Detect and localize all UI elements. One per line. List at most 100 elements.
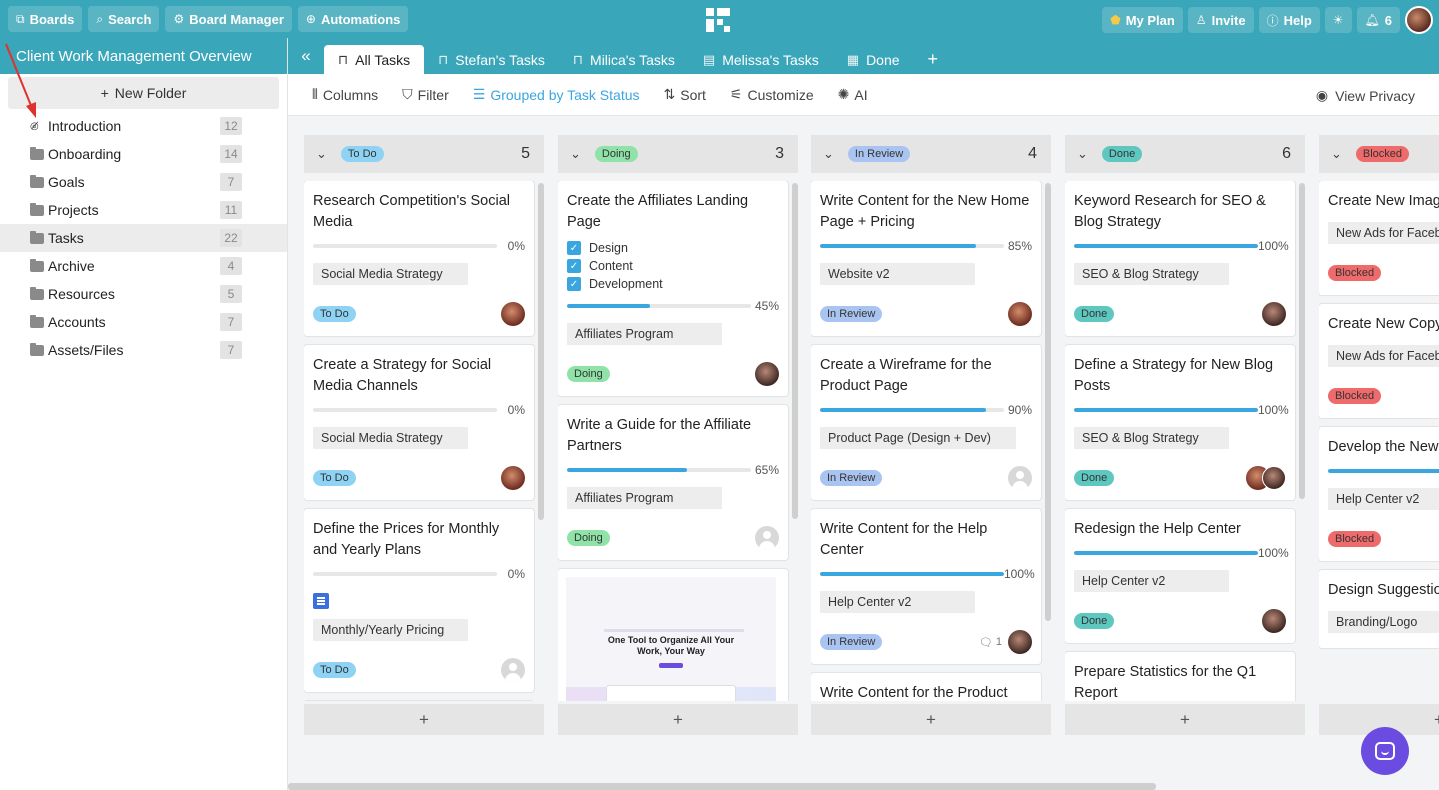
folder-item-introduction[interactable]: ◎̸ Introduction 12 [0,112,287,140]
task-card[interactable]: Develop the New Platform Help Center v2 Bl… [1319,427,1439,561]
task-card[interactable]: Prepare Statistics for the Q1 Report100% [1065,652,1295,701]
project-tag[interactable]: New Ads for Faceb [1328,345,1439,367]
tab-all-tasks[interactable]: ⊓ All Tasks [324,45,425,74]
column-scrollbar[interactable] [792,181,798,701]
column-header[interactable]: ⌄ Done 6 [1065,135,1305,173]
column-scrollbar[interactable] [538,181,544,701]
document-icon[interactable] [313,593,329,609]
project-tag[interactable]: Help Center v2 [1328,488,1439,510]
column-header[interactable]: ⌄ Doing 3 [558,135,798,173]
assignee-avatar[interactable] [1008,302,1032,326]
folder-item-tasks[interactable]: Tasks 22 [0,224,287,252]
status-badge[interactable]: In Review [820,470,883,486]
comment-count[interactable]: 🗨︎ 1 [979,636,1002,649]
project-tag[interactable]: Help Center v2 [820,591,975,613]
column-header[interactable]: ⌄ To Do 5 [304,135,544,173]
checklist-item[interactable]: ✓ Development [567,275,779,293]
assignee-avatar[interactable] [1262,302,1286,326]
my-plan-button[interactable]: ⬟ My Plan [1102,7,1183,33]
status-badge[interactable]: Doing [567,530,610,546]
project-tag[interactable]: Help Center v2 [1074,570,1229,592]
checkbox-checked-icon[interactable]: ✓ [567,259,581,273]
project-tag[interactable]: Social Media Strategy [313,427,468,449]
folder-item-goals[interactable]: Goals 7 [0,168,287,196]
column-header[interactable]: ⌄ In Review 4 [811,135,1051,173]
filter-button[interactable]: ⛉ Filter [402,86,449,103]
task-card[interactable]: Redesign the Help Center 100% Help Center … [1065,509,1295,643]
column-scrollbar[interactable] [1045,181,1051,701]
scrollbar-thumb[interactable] [1045,183,1051,621]
boards-button[interactable]: ⧉ Boards [8,6,83,32]
assignee-avatar[interactable] [501,466,525,490]
collapse-sidebar-icon[interactable]: « [288,38,324,74]
folder-item-onboarding[interactable]: Onboarding 14 [0,140,287,168]
view-privacy-button[interactable]: ◉ View Privacy [1316,87,1415,104]
assignee-avatar[interactable] [501,302,525,326]
chevron-down-icon[interactable]: ⌄ [316,146,327,162]
project-tag[interactable]: Product Page (Design + Dev) [820,427,1016,449]
scrollbar-thumb[interactable] [792,183,798,519]
folder-item-projects[interactable]: Projects 11 [0,196,287,224]
task-card[interactable]: Create New Copy New Ads for Faceb Blocked [1319,304,1439,418]
status-badge[interactable]: Done [1074,470,1115,486]
folder-item-archive[interactable]: Archive 4 [0,252,287,280]
status-badge[interactable]: Done [1074,613,1115,629]
status-badge[interactable]: In Review [820,306,883,322]
folder-item-resources[interactable]: Resources 5 [0,280,287,308]
task-card[interactable]: Define the Prices for Monthly and Yearly… [304,509,534,692]
scrollbar-thumb[interactable] [538,183,544,520]
task-card[interactable]: Define a Strategy for New Blog Posts 100%… [1065,345,1295,500]
assignee-avatar[interactable] [1008,630,1032,654]
project-tag[interactable]: SEO & Blog Strategy [1074,427,1229,449]
tab-stefans-tasks[interactable]: ⊓ Stefan's Tasks [424,45,559,74]
sort-button[interactable]: ⇅ Sort [664,86,706,103]
tab-milicas-tasks[interactable]: ⊓ Milica's Tasks [559,45,689,74]
theme-toggle-button[interactable]: ☀ [1324,7,1352,33]
folder-item-assets-files[interactable]: Assets/Files 7 [0,336,287,364]
task-card[interactable]: Write Content for the New Home Page + Pr… [811,181,1041,336]
task-card[interactable]: Design Suggestio Logo Branding/Logo [1319,570,1439,648]
notifications-button[interactable]: 🔔︎ 6 [1356,7,1400,33]
chat-support-button[interactable] [1361,727,1409,775]
chevron-down-icon[interactable]: ⌄ [1331,146,1342,162]
status-badge[interactable]: Blocked [1328,388,1382,404]
status-badge[interactable]: Done [1074,306,1115,322]
add-card-button[interactable]: + [304,704,544,735]
app-logo-icon[interactable] [704,6,732,34]
unassigned-avatar-icon[interactable] [501,658,525,682]
status-badge[interactable]: Blocked [1328,531,1382,547]
project-tag[interactable]: Website v2 [820,263,975,285]
customize-button[interactable]: ⚟ Customize [730,86,814,103]
tab-melissas-tasks[interactable]: ▤ Melissa's Tasks [689,45,833,74]
project-tag[interactable]: Affiliates Program [567,323,722,345]
project-tag[interactable]: Branding/Logo [1328,611,1439,633]
task-card[interactable]: Create the Affiliates Landing Page ✓ Desig… [558,181,788,396]
task-card[interactable]: Write Content for the Help Center 100% Hel… [811,509,1041,664]
add-card-button[interactable]: + [811,704,1051,735]
add-view-icon[interactable]: + [914,45,953,74]
assignee-avatar[interactable] [755,362,779,386]
status-badge[interactable]: To Do [313,306,356,322]
task-card[interactable]: Keyword Research for SEO & Blog Strategy… [1065,181,1295,336]
checklist-item[interactable]: ✓ Design [567,239,779,257]
tab-done[interactable]: ▦ Done [833,45,914,74]
assignee-avatar[interactable] [1262,609,1286,633]
status-badge[interactable]: To Do [313,662,356,678]
project-tag[interactable]: Social Media Strategy [313,263,468,285]
new-folder-button[interactable]: + New Folder [8,77,279,109]
status-badge[interactable]: Doing [567,366,610,382]
status-badge[interactable]: Blocked [1328,265,1382,281]
task-card[interactable]: Create a Strategy for Social Media Chann… [304,345,534,500]
chevron-down-icon[interactable]: ⌄ [1077,146,1088,162]
project-tag[interactable]: SEO & Blog Strategy [1074,263,1229,285]
automations-button[interactable]: ⊕ Automations [297,6,409,32]
unassigned-avatar-icon[interactable] [1008,466,1032,490]
help-button[interactable]: ⓘ Help [1258,7,1320,33]
task-card[interactable]: Write a Guide for the Affiliate Partners… [558,405,788,560]
add-card-button[interactable]: + [1065,704,1305,735]
status-badge[interactable]: In Review [820,634,883,650]
chevron-down-icon[interactable]: ⌄ [570,146,581,162]
checkbox-checked-icon[interactable]: ✓ [567,241,581,255]
checkbox-checked-icon[interactable]: ✓ [567,277,581,291]
unassigned-avatar-icon[interactable] [755,526,779,550]
